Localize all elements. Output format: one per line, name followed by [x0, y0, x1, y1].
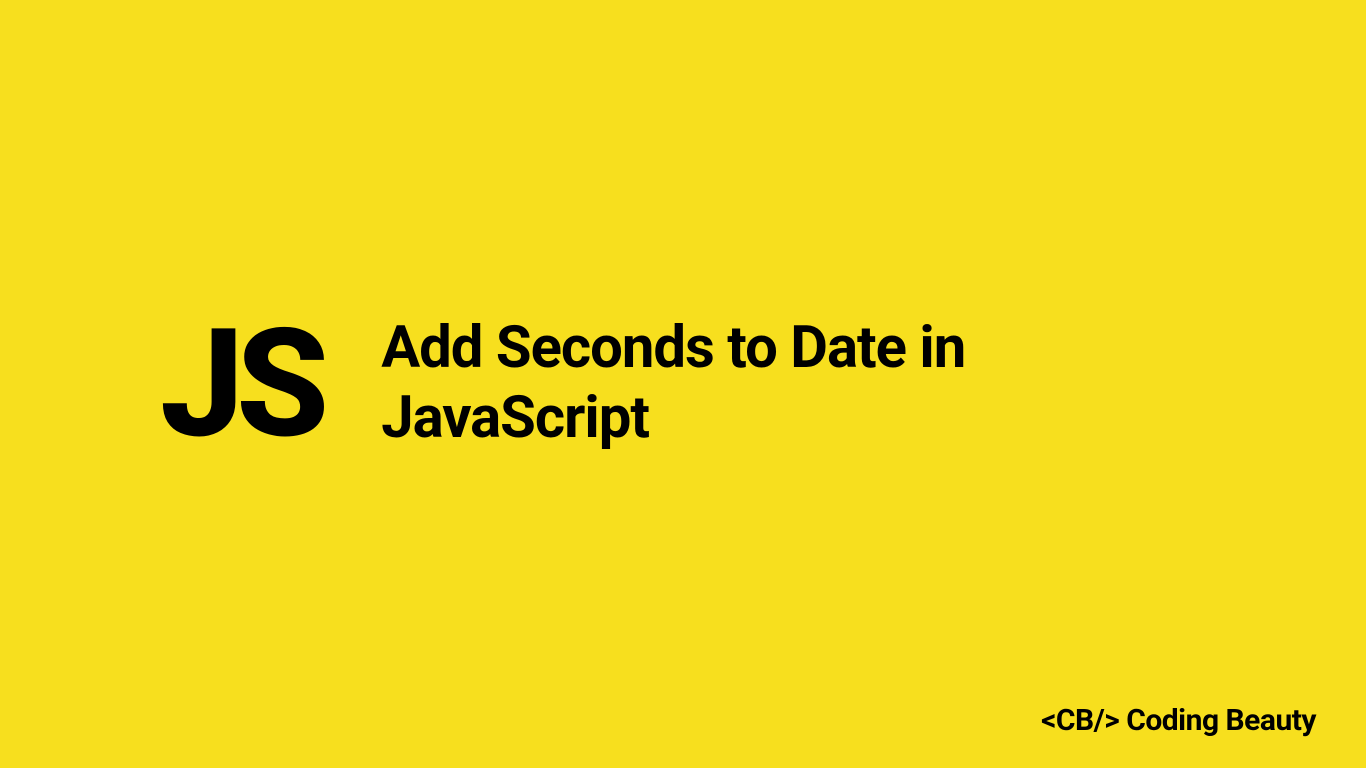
brand-signature: <CB/> Coding Beauty [1041, 703, 1316, 738]
article-title: Add Seconds to Date in JavaScript [381, 314, 1206, 453]
main-content: JS Add Seconds to Date in JavaScript [0, 309, 1366, 459]
js-logo: JS [160, 309, 321, 459]
